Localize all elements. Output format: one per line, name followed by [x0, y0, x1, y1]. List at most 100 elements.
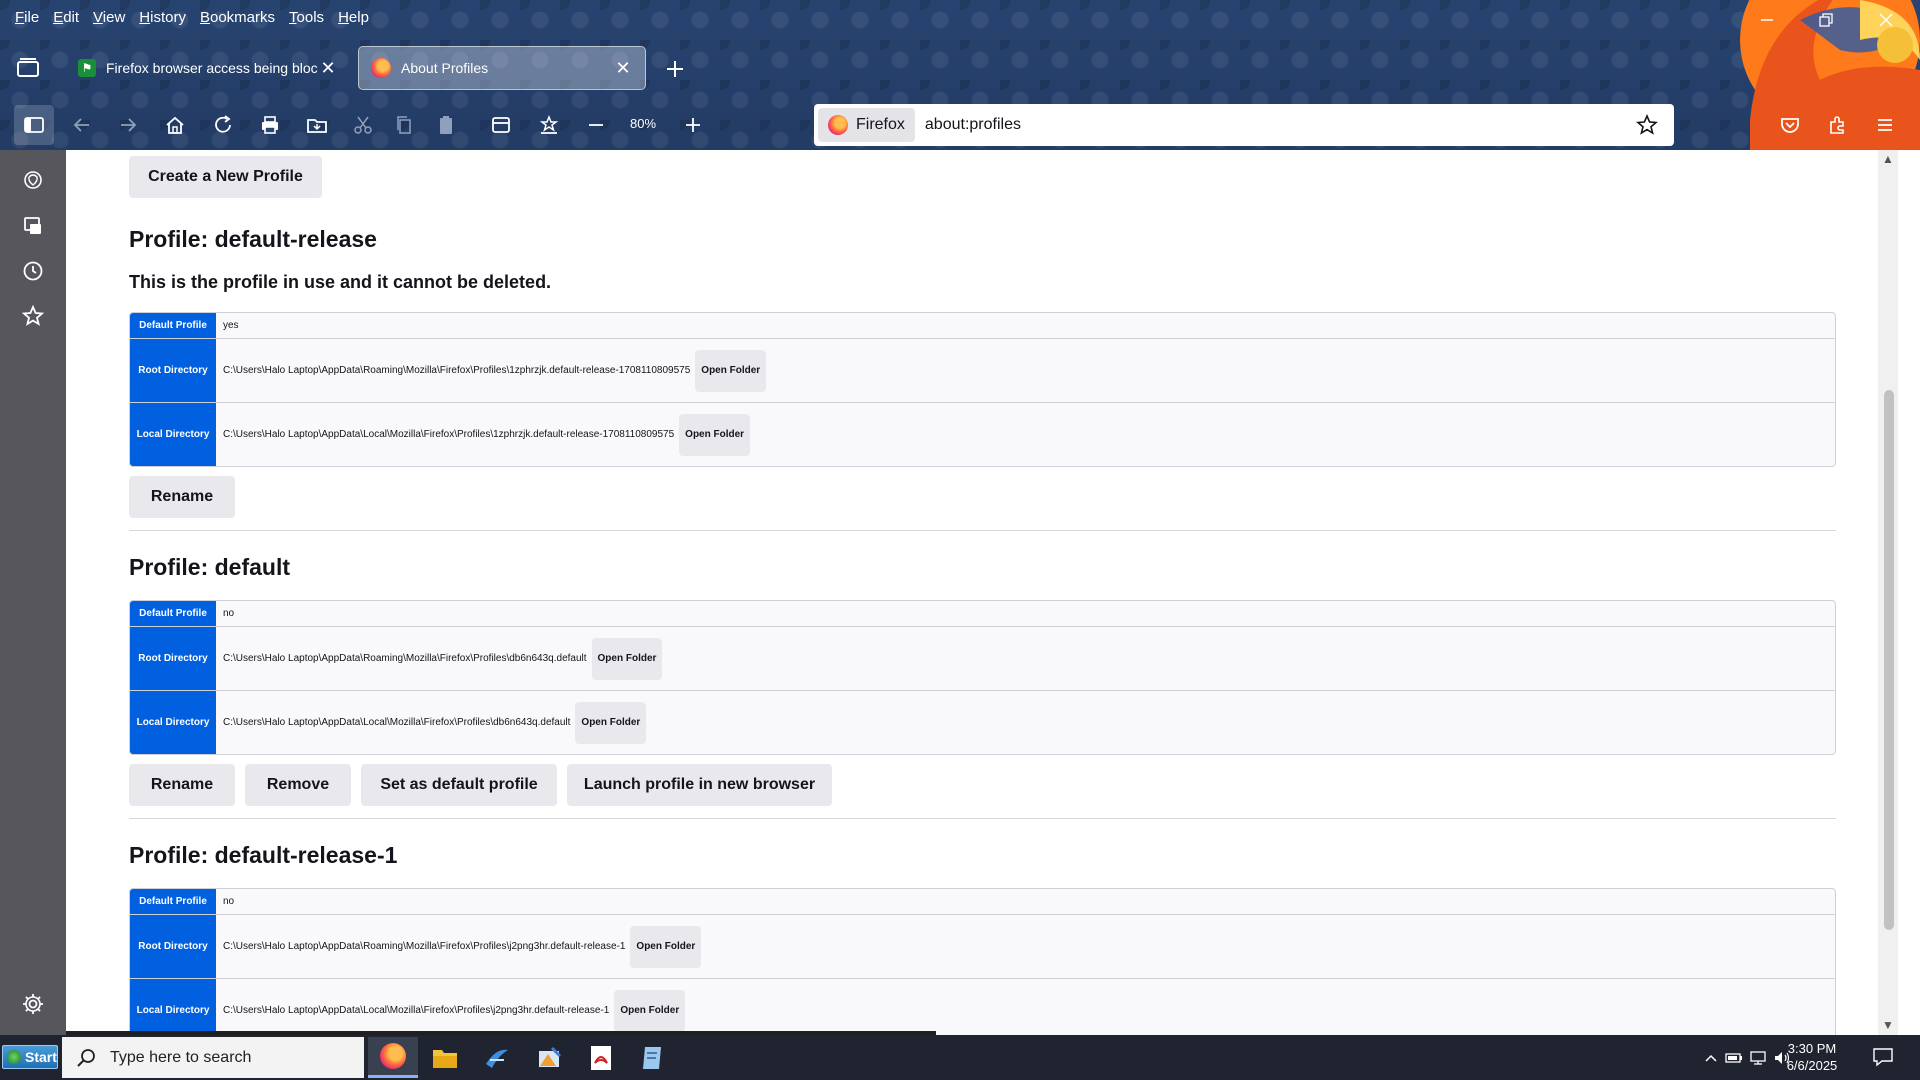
set-default-profile-button[interactable]: Set as default profile [361, 764, 557, 806]
taskbar-notes-app[interactable] [628, 1037, 678, 1078]
tab-about-profiles[interactable]: About Profiles ✕ [358, 46, 646, 90]
open-folder-button[interactable]: Open Folder [679, 413, 751, 456]
scroll-up-icon[interactable]: ▲ [1882, 152, 1894, 166]
start-button[interactable]: Start [2, 1045, 58, 1069]
system-clock[interactable]: 3:30 PM 6/6/2025 [1776, 1040, 1848, 1074]
open-folder-button[interactable]: Open Folder [591, 637, 663, 680]
menu-bookmarks[interactable]: Bookmarks [193, 9, 282, 26]
copy-button[interactable] [386, 108, 422, 142]
close-tab-icon[interactable]: ✕ [318, 58, 338, 78]
reader-view-button[interactable] [483, 108, 519, 142]
create-profile-button[interactable]: Create a New Profile [129, 156, 322, 198]
browser-header: File Edit View History Bookmarks Tools H… [0, 0, 1920, 150]
forward-button[interactable] [110, 108, 146, 142]
cut-button[interactable] [345, 108, 381, 142]
menu-history[interactable]: History [132, 9, 193, 26]
history-button[interactable] [17, 255, 49, 287]
menu-file[interactable]: File [8, 9, 46, 26]
home-icon [166, 116, 184, 134]
ai-chatbot-button[interactable] [17, 164, 49, 196]
forward-arrow-icon [121, 118, 137, 132]
start-label: Start [25, 1049, 57, 1065]
bookmark-page-button[interactable] [1632, 110, 1662, 140]
default-profile-label: Default Profile [130, 313, 216, 338]
chevron-up-icon[interactable] [1700, 1054, 1722, 1062]
taskbar-pdf-reader[interactable] [576, 1037, 626, 1078]
back-button[interactable] [64, 108, 100, 142]
window-icon [492, 117, 510, 133]
clock-icon [23, 261, 43, 281]
sidebar-settings-button[interactable] [17, 988, 49, 1020]
puzzle-icon [1830, 116, 1844, 134]
profile-title: Profile: default [129, 554, 291, 580]
taskbar-firefox[interactable] [368, 1037, 418, 1078]
zoom-level[interactable]: 80% [630, 116, 656, 131]
reload-button[interactable] [205, 108, 241, 142]
menu-view[interactable]: View [86, 9, 132, 26]
open-folder-button[interactable]: Open Folder [695, 349, 767, 392]
bookmarks-menu-button[interactable] [531, 108, 567, 142]
new-tab-button[interactable] [660, 54, 690, 84]
identity-box[interactable]: Firefox [818, 108, 915, 142]
synced-tabs-button[interactable] [17, 210, 49, 242]
taskbar-app-blue[interactable] [472, 1037, 522, 1078]
table-row: Local Directory C:\Users\Halo Laptop\App… [130, 978, 1835, 1035]
table-row: Root Directory C:\Users\Halo Laptop\AppD… [130, 338, 1835, 402]
network-icon[interactable] [1746, 1050, 1770, 1066]
firefox-view-button[interactable] [14, 54, 46, 84]
app-swoosh-icon [486, 1049, 508, 1068]
pocket-icon [1781, 118, 1799, 133]
remove-button[interactable]: Remove [245, 764, 351, 806]
app-menu-button[interactable] [1867, 108, 1903, 142]
rename-button[interactable]: Rename [129, 476, 235, 518]
zoom-in-button[interactable] [675, 108, 711, 142]
page-content: Create a New Profile Profile: default-re… [66, 150, 1898, 1035]
profile-in-use-note: This is the profile in use and it cannot… [129, 272, 552, 292]
print-button[interactable] [252, 108, 288, 142]
local-directory-label: Local Directory [130, 403, 216, 466]
synced-tabs-icon [24, 217, 41, 234]
url-input[interactable]: about:profiles [925, 116, 1632, 134]
table-row: Default Profile no [130, 889, 1835, 914]
restore-button[interactable] [1806, 6, 1846, 34]
taskbar-search[interactable]: Type here to search [62, 1037, 364, 1078]
pocket-button[interactable] [1772, 108, 1808, 142]
minimize-button[interactable] [1747, 6, 1787, 34]
taskbar-paint-app[interactable] [524, 1037, 574, 1078]
battery-icon[interactable] [1722, 1052, 1746, 1064]
paste-button[interactable] [428, 108, 464, 142]
launch-profile-button[interactable]: Launch profile in new browser [567, 764, 832, 806]
close-window-button[interactable] [1866, 6, 1906, 34]
scroll-down-icon[interactable]: ▼ [1882, 1018, 1894, 1032]
taskbar-file-explorer[interactable] [420, 1037, 470, 1078]
save-to-folder-button[interactable] [299, 108, 335, 142]
open-folder-button[interactable]: Open Folder [630, 925, 702, 968]
home-button[interactable] [157, 108, 193, 142]
url-bar[interactable]: Firefox about:profiles [814, 104, 1674, 146]
gear-icon [23, 994, 43, 1014]
zoom-out-button[interactable] [578, 108, 614, 142]
firefox-view-icon [17, 58, 39, 77]
notification-center-icon[interactable] [1872, 1047, 1894, 1067]
open-folder-button[interactable]: Open Folder [614, 989, 686, 1032]
menu-tools[interactable]: Tools [282, 9, 331, 26]
tab-firefox-blocked[interactable]: ⚑ Firefox browser access being blocked |… [66, 46, 350, 90]
chatgpt-icon [24, 171, 42, 189]
menu-edit[interactable]: Edit [46, 9, 86, 26]
root-directory-path: C:\Users\Halo Laptop\AppData\Roaming\Moz… [223, 653, 587, 664]
table-row: Local Directory C:\Users\Halo Laptop\App… [130, 690, 1835, 754]
print-icon [262, 116, 278, 134]
bookmark-star-tray-icon [539, 114, 559, 134]
profile-title: Profile: default-release [129, 226, 377, 252]
browser-sidebar [0, 150, 66, 1035]
sidebar-toggle-button[interactable] [14, 105, 54, 145]
extensions-button[interactable] [1820, 108, 1856, 142]
vertical-scrollbar[interactable]: ▲ ▼ [1878, 150, 1898, 1035]
search-icon [77, 1048, 95, 1067]
bookmarks-button[interactable] [17, 300, 49, 332]
open-folder-button[interactable]: Open Folder [575, 701, 647, 744]
menu-help[interactable]: Help [331, 9, 376, 26]
rename-button[interactable]: Rename [129, 764, 235, 806]
close-tab-icon[interactable]: ✕ [613, 58, 633, 78]
scrollbar-thumb[interactable] [1884, 390, 1894, 930]
